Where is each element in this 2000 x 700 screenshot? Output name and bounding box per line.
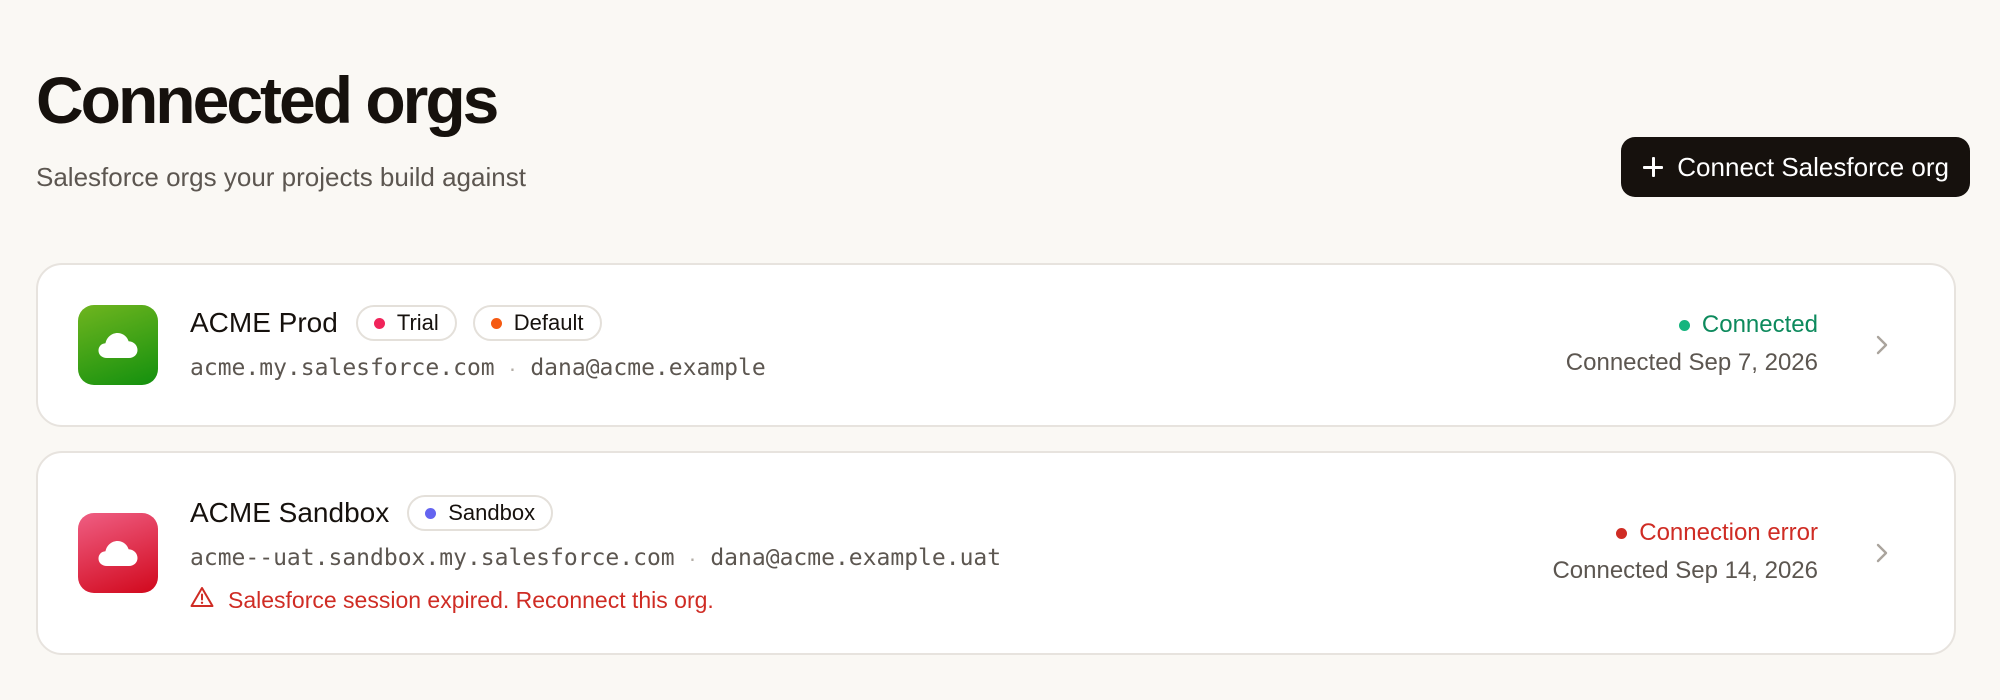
connected-date: Connected Sep 14, 2026 — [1552, 557, 1818, 584]
meta-separator: · — [688, 544, 697, 571]
cloud-icon — [78, 305, 158, 385]
warning-icon — [190, 586, 214, 614]
org-card-acme-prod[interactable]: ACME Prod Trial Default acme.my.salesfor… — [36, 263, 1956, 427]
org-name-row: ACME Prod Trial Default — [190, 303, 766, 343]
connect-salesforce-org-button[interactable]: Connect Salesforce org — [1621, 137, 1970, 197]
badge-label: Trial — [396, 310, 439, 335]
badge-dot — [425, 507, 437, 519]
chevron-right-icon[interactable] — [1870, 541, 1894, 565]
plus-icon — [1643, 157, 1664, 177]
page-header: Connected orgs Salesforce orgs your proj… — [36, 60, 1970, 210]
badge-label: Sandbox — [448, 500, 536, 525]
connection-status: Connection error Connected Sep 14, 2026 — [1552, 517, 1818, 589]
connection-status: Connected Connected Sep 7, 2026 — [1566, 309, 1818, 381]
error-text: Salesforce session expired. Reconnect th… — [228, 586, 714, 613]
status-badge: Connected — [1566, 309, 1818, 341]
org-name-row: ACME Sandbox Sandbox — [190, 493, 1001, 533]
status-dot — [1678, 319, 1690, 331]
org-name: ACME Sandbox — [190, 497, 390, 528]
status-dot — [1616, 527, 1628, 539]
meta-separator: · — [508, 354, 517, 381]
org-name: ACME Prod — [190, 307, 338, 338]
badge-trial: Trial — [355, 305, 457, 341]
org-user: dana@acme.example — [530, 355, 766, 381]
status-text: Connected — [1701, 311, 1818, 338]
connect-button-label: Connect Salesforce org — [1677, 151, 1949, 182]
page-title: Connected orgs — [36, 63, 499, 137]
org-domain: acme--uat.sandbox.my.salesforce.com — [190, 545, 675, 571]
chevron-right-icon[interactable] — [1870, 333, 1894, 357]
status-badge: Connection error — [1552, 517, 1818, 549]
badge-label: Default — [513, 310, 584, 335]
connected-orgs-page: Connected orgs Salesforce orgs your proj… — [36, 0, 1970, 700]
page-subtitle: Salesforce orgs your projects build agai… — [36, 162, 526, 192]
org-meta: acme--uat.sandbox.my.salesforce.com · da… — [190, 543, 1001, 573]
org-info: ACME Prod Trial Default acme.my.salesfor… — [190, 303, 766, 383]
org-info: ACME Sandbox Sandbox acme--uat.sandbox.m… — [190, 493, 1001, 615]
cloud-icon — [78, 513, 158, 593]
org-list: ACME Prod Trial Default acme.my.salesfor… — [36, 263, 1956, 679]
error-message: Salesforce session expired. Reconnect th… — [190, 585, 1001, 615]
status-text: Connection error — [1639, 519, 1818, 546]
connected-date: Connected Sep 7, 2026 — [1565, 349, 1818, 376]
org-card-acme-sandbox[interactable]: ACME Sandbox Sandbox acme--uat.sandbox.m… — [36, 451, 1956, 655]
org-user: dana@acme.example.uat — [710, 545, 1002, 571]
org-domain: acme.my.salesforce.com — [190, 355, 495, 381]
org-meta: acme.my.salesforce.com · dana@acme.examp… — [190, 353, 766, 383]
badge-default: Default — [472, 305, 602, 341]
badge-dot — [373, 317, 385, 329]
badge-sandbox: Sandbox — [407, 495, 554, 531]
badge-dot — [490, 317, 502, 329]
